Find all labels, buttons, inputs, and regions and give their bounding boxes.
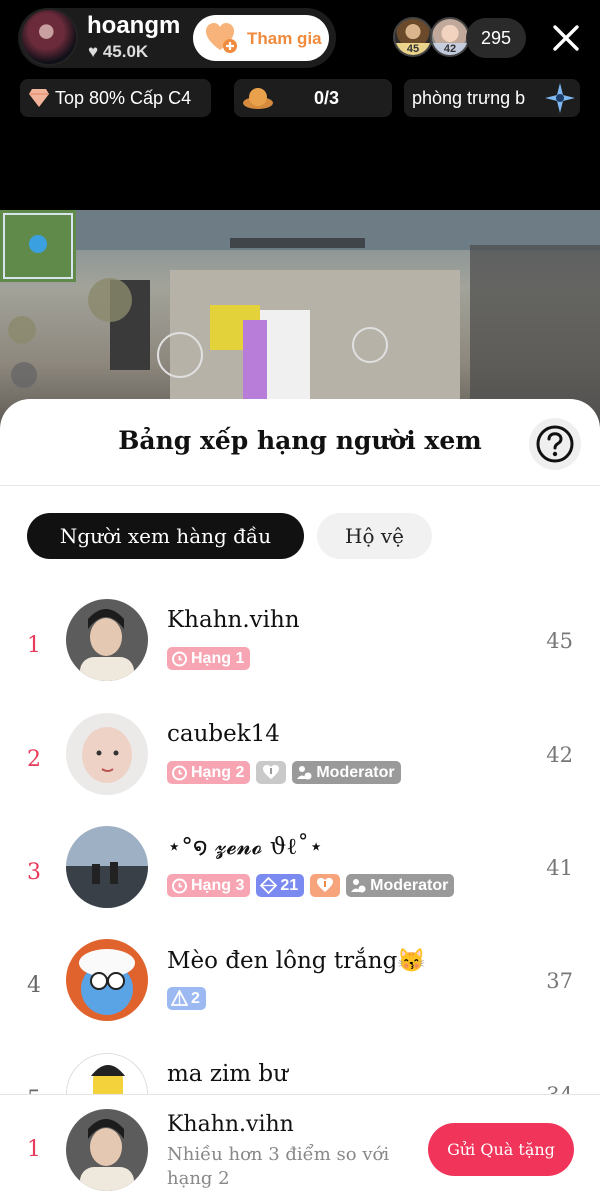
avatar[interactable]	[66, 1109, 148, 1191]
clock-icon	[172, 765, 187, 781]
gem-icon	[260, 877, 278, 894]
row-name[interactable]: ma zim bư	[167, 1061, 288, 1087]
row-name[interactable]: Mèo đen lông trắng😽	[167, 947, 426, 974]
room-chip-label: phòng trưng b	[412, 88, 526, 108]
row-rank: 1	[27, 633, 41, 658]
host-likes-count: 45.0K	[102, 42, 149, 61]
avatar[interactable]	[66, 826, 148, 908]
row-badges: Hạng 1	[167, 647, 251, 670]
diamond-icon	[29, 89, 49, 107]
row-rank: 3	[27, 860, 41, 885]
host-avatar[interactable]	[20, 8, 78, 66]
leaderboard-row[interactable]: 1 Khahn.vihn Hạng 1 45	[0, 599, 600, 709]
host-likes: ♥ 45.0K	[88, 42, 148, 62]
heart-plus-icon	[206, 23, 237, 53]
moderator-badge: Moderator	[346, 874, 455, 897]
gray-heart-badge	[256, 761, 287, 784]
avatar[interactable]	[66, 599, 148, 681]
avatar[interactable]	[66, 713, 148, 795]
clock-icon	[172, 878, 187, 894]
my-rank-subtitle: Nhiều hơn 3 điểm so với hạng 2	[167, 1144, 390, 1189]
heart-icon	[317, 878, 334, 892]
viewer-count[interactable]: 295	[466, 18, 526, 58]
heart-icon: ♥	[88, 42, 99, 61]
leaderboard-row[interactable]: 4 Mèo đen lông trắng😽 2 37	[0, 939, 600, 1049]
heart-icon	[263, 765, 280, 779]
top-viewer-badge: 45	[395, 43, 431, 55]
room-chip[interactable]: phòng trưng b	[404, 79, 580, 117]
row-name[interactable]: caubek14	[167, 721, 280, 747]
game-scene	[0, 210, 600, 430]
top-viewer-avatar[interactable]: 45	[393, 17, 433, 57]
avatar[interactable]	[66, 939, 148, 1021]
help-button[interactable]	[529, 418, 581, 470]
row-name[interactable]: ⋆°໑ 𝔃𝓮𝓷𝓸 ϑℓ˚⋆	[167, 834, 323, 860]
rank-badge: Hạng 3	[167, 874, 251, 897]
help-icon	[536, 425, 574, 463]
send-gift-button[interactable]: Gửi Quà tặng	[428, 1123, 574, 1176]
moderator-badge: Moderator	[292, 761, 401, 784]
hat-icon	[243, 88, 273, 109]
row-name[interactable]: Khahn.vihn	[167, 607, 300, 633]
users-icon	[297, 766, 312, 780]
row-score: 41	[546, 856, 573, 880]
my-name: Khahn.vihn	[167, 1112, 294, 1137]
users-icon	[351, 879, 366, 893]
row-badges: Hạng 3 21 Moderator	[167, 874, 455, 897]
row-rank: 4	[27, 973, 41, 998]
row-badges: 2	[167, 987, 206, 1010]
row-rank: 2	[27, 747, 41, 772]
tab-top-viewers[interactable]: Người xem hàng đầu	[27, 513, 304, 559]
triangle-icon	[171, 990, 188, 1006]
row-score: 42	[546, 743, 573, 767]
gem-badge: 21	[256, 874, 305, 897]
row-score: 45	[546, 629, 573, 653]
join-label[interactable]: Tham gia	[247, 29, 322, 49]
task-progress: 0/3	[314, 88, 340, 108]
game-stream-video[interactable]	[0, 210, 600, 430]
leaderboard-row[interactable]: 3 ⋆°໑ 𝔃𝓮𝓷𝓸 ϑℓ˚⋆ Hạng 3 21 Moderator 41	[0, 826, 600, 936]
level-badge: 2	[167, 987, 206, 1010]
orange-heart-badge	[310, 874, 341, 897]
row-badges: Hạng 2 Moderator	[167, 761, 401, 784]
task-chip[interactable]: 0/3	[234, 79, 392, 117]
rank-badge: Hạng 1	[167, 647, 251, 670]
leaderboard-row[interactable]: 2 caubek14 Hạng 2 Moderator 42	[0, 713, 600, 823]
rank-chip[interactable]: Top 80% Cấp C4	[20, 79, 211, 117]
rank-badge: Hạng 2	[167, 761, 251, 784]
rank-chip-label: Top 80% Cấp C4	[55, 88, 192, 108]
leaderboard-sheet: Bảng xếp hạng người xem Người xem hàng đ…	[0, 399, 600, 1197]
host-name[interactable]: hoangm	[87, 12, 180, 40]
my-rank: 1	[27, 1137, 41, 1162]
top-viewer-badge: 42	[432, 43, 468, 55]
top-viewer-avatar[interactable]: 42	[430, 17, 470, 57]
compass-icon	[545, 83, 575, 113]
row-score: 37	[546, 969, 573, 993]
my-rank-footer: 1 Khahn.vihn Nhiều hơn 3 điểm so với hạn…	[0, 1094, 600, 1197]
close-icon[interactable]	[548, 20, 584, 56]
sheet-divider	[0, 485, 600, 486]
clock-icon	[172, 651, 187, 667]
tab-guardians[interactable]: Hộ vệ	[317, 513, 432, 559]
sheet-title: Bảng xếp hạng người xem	[118, 426, 482, 455]
